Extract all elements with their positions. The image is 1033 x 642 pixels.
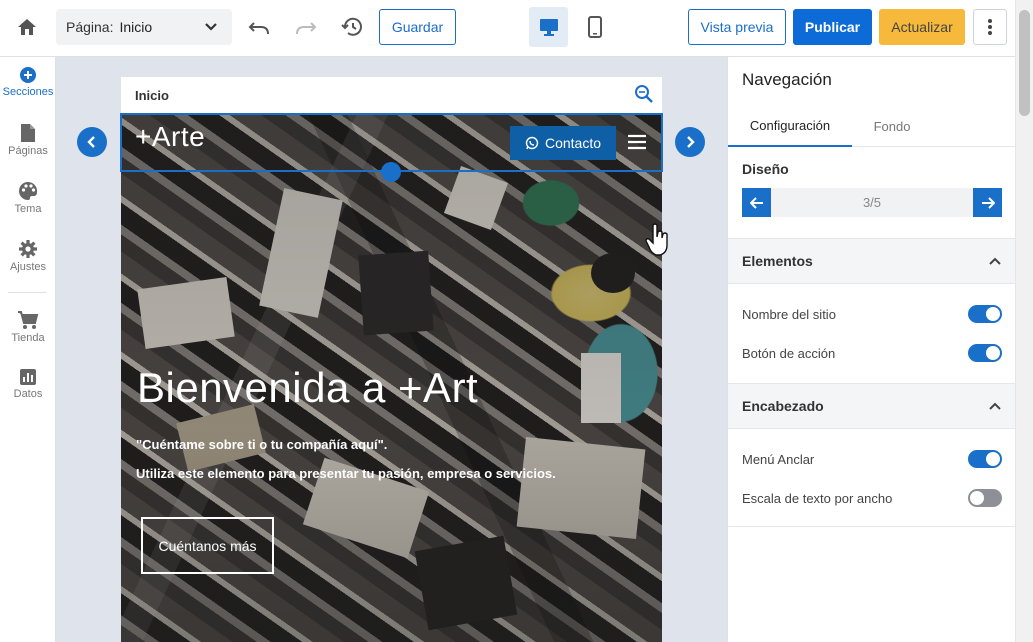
option-label: Nombre del sitio bbox=[742, 306, 836, 322]
panel-title: Navegación bbox=[742, 70, 832, 89]
panel-divider bbox=[728, 526, 1016, 527]
sidebar-item-label: Páginas bbox=[8, 145, 48, 157]
chart-icon bbox=[20, 369, 36, 385]
save-button[interactable]: Guardar bbox=[379, 9, 456, 45]
next-layout-button[interactable] bbox=[675, 127, 705, 157]
contact-button[interactable]: Contacto bbox=[510, 126, 616, 160]
contact-button-label: Contacto bbox=[544, 135, 602, 151]
left-sidebar: Secciones Páginas Tema Ajustes Tienda Da… bbox=[0, 57, 56, 642]
desktop-view-button[interactable] bbox=[529, 7, 568, 47]
arrow-right-icon bbox=[981, 196, 995, 209]
sidebar-item-paginas[interactable]: Páginas bbox=[0, 123, 56, 157]
undo-button[interactable] bbox=[244, 12, 274, 42]
desktop-icon bbox=[539, 19, 558, 36]
hero-subtitle[interactable]: "Cuéntame sobre ti o tu compañía aquí". bbox=[136, 437, 387, 452]
chevron-down-icon bbox=[205, 23, 217, 31]
resize-handle[interactable] bbox=[381, 162, 401, 182]
site-page-bar: Inicio bbox=[121, 77, 662, 113]
design-label: Diseño bbox=[742, 161, 789, 177]
page-icon bbox=[21, 124, 35, 142]
chevron-up-icon bbox=[989, 402, 1001, 410]
hand-cursor-icon bbox=[645, 223, 668, 256]
chevron-left-icon bbox=[87, 136, 95, 148]
action-button-toggle[interactable] bbox=[968, 344, 1002, 362]
mobile-icon bbox=[588, 16, 602, 38]
palette-icon bbox=[19, 181, 38, 200]
site-page-label: Inicio bbox=[135, 87, 169, 103]
gear-icon bbox=[19, 240, 37, 258]
hamburger-menu-icon[interactable] bbox=[627, 134, 647, 150]
sidebar-item-tema[interactable]: Tema bbox=[0, 181, 56, 215]
hero-title[interactable]: Bienvenida a +Art bbox=[137, 364, 478, 412]
chevron-right-icon bbox=[687, 136, 695, 148]
previous-layout-button[interactable] bbox=[77, 127, 107, 157]
redo-icon bbox=[296, 22, 317, 35]
sidebar-item-secciones[interactable]: Secciones bbox=[0, 66, 56, 98]
hero-cta-button[interactable]: Cuéntanos más bbox=[141, 517, 274, 574]
page-selector-value: Inicio bbox=[119, 19, 153, 35]
history-button[interactable] bbox=[337, 12, 367, 42]
tab-fondo[interactable]: Fondo bbox=[852, 105, 932, 147]
chevron-up-icon bbox=[989, 257, 1001, 265]
sidebar-item-tienda[interactable]: Tienda bbox=[0, 310, 56, 344]
history-icon bbox=[341, 17, 362, 36]
site-name-toggle[interactable] bbox=[968, 305, 1002, 323]
sidebar-divider bbox=[8, 292, 46, 293]
section-encabezado-header[interactable]: Encabezado bbox=[728, 383, 1016, 429]
design-stepper: 3/5 bbox=[742, 188, 1002, 217]
cart-icon bbox=[18, 311, 39, 329]
page-scrollbar[interactable] bbox=[1015, 0, 1033, 642]
option-row: Botón de acción bbox=[742, 341, 1002, 365]
arrow-left-icon bbox=[749, 196, 763, 209]
more-vertical-icon bbox=[988, 19, 992, 35]
section-title: Elementos bbox=[742, 253, 813, 269]
option-row: Menú Anclar bbox=[742, 447, 1002, 471]
tab-configuracion[interactable]: Configuración bbox=[728, 105, 852, 147]
anchor-menu-toggle[interactable] bbox=[968, 450, 1002, 468]
site-logo[interactable]: +Arte bbox=[135, 121, 205, 153]
hero-description[interactable]: Utiliza este elemento para presentar tu … bbox=[136, 466, 556, 481]
page-selector[interactable]: Página: Inicio bbox=[56, 9, 232, 45]
sidebar-item-label: Tema bbox=[14, 203, 42, 215]
sidebar-item-label: Datos bbox=[13, 388, 43, 400]
redo-button[interactable] bbox=[291, 12, 321, 42]
more-options-button[interactable] bbox=[973, 9, 1007, 45]
option-label: Escala de texto por ancho bbox=[742, 490, 893, 506]
sidebar-item-datos[interactable]: Datos bbox=[0, 368, 56, 400]
section-elementos-header[interactable]: Elementos bbox=[728, 238, 1016, 284]
sidebar-item-ajustes[interactable]: Ajustes bbox=[0, 239, 56, 273]
mobile-view-button[interactable] bbox=[580, 12, 610, 42]
update-button[interactable]: Actualizar bbox=[879, 9, 965, 45]
top-toolbar: Página: Inicio Guardar Vista previa Publ… bbox=[0, 0, 1033, 57]
text-scale-toggle[interactable] bbox=[968, 489, 1002, 507]
scrollbar-thumb[interactable] bbox=[1019, 10, 1030, 116]
option-label: Menú Anclar bbox=[742, 451, 815, 467]
panel-tabs: Configuración Fondo bbox=[728, 105, 1016, 147]
option-label: Botón de acción bbox=[742, 345, 836, 361]
whatsapp-icon bbox=[525, 136, 539, 150]
section-title: Encabezado bbox=[742, 398, 824, 414]
sidebar-item-label: Ajustes bbox=[9, 261, 47, 273]
option-row: Escala de texto por ancho bbox=[742, 486, 1002, 510]
sidebar-item-label: Tienda bbox=[11, 332, 45, 344]
publish-button[interactable]: Publicar bbox=[793, 9, 872, 45]
plus-circle-icon bbox=[20, 67, 36, 83]
sidebar-item-label: Secciones bbox=[2, 86, 54, 98]
home-icon bbox=[18, 19, 36, 35]
design-count: 3/5 bbox=[862, 195, 882, 210]
page-selector-label: Página: bbox=[66, 19, 114, 35]
settings-panel: Navegación Configuración Fondo Diseño 3/… bbox=[727, 57, 1016, 642]
undo-icon bbox=[248, 22, 269, 35]
home-button[interactable] bbox=[14, 14, 40, 40]
option-row: Nombre del sitio bbox=[742, 302, 1002, 326]
preview-button[interactable]: Vista previa bbox=[688, 9, 786, 45]
design-previous-button[interactable] bbox=[742, 188, 771, 217]
zoom-icon[interactable] bbox=[634, 84, 654, 104]
design-next-button[interactable] bbox=[973, 188, 1002, 217]
